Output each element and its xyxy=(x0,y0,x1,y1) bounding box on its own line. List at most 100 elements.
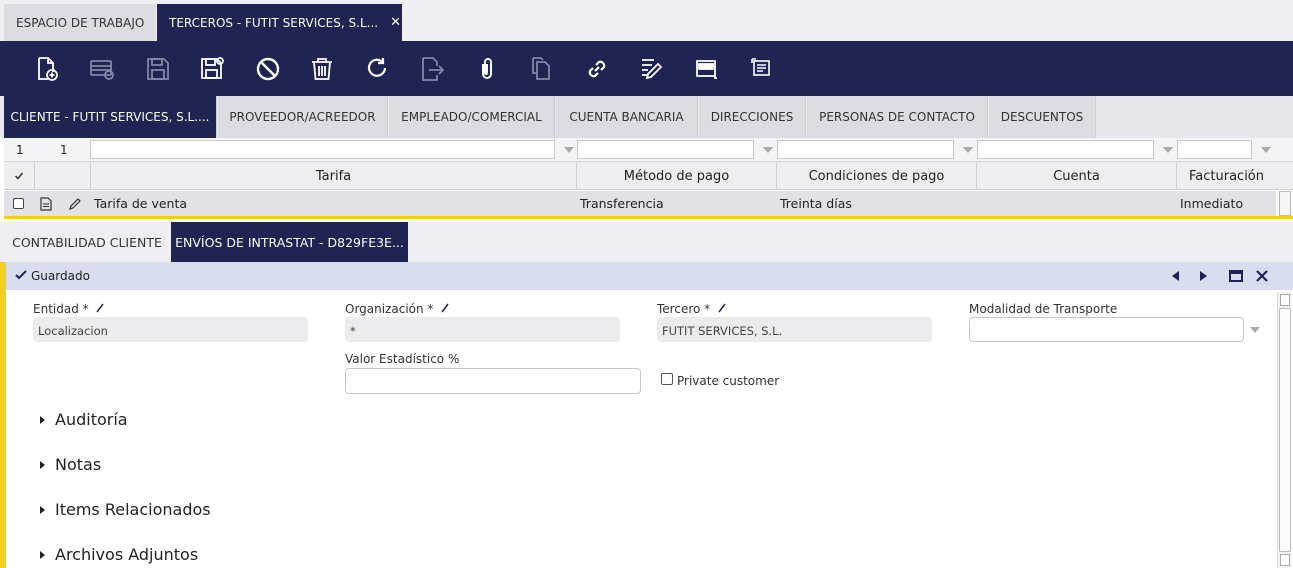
tab-cliente[interactable]: CLIENTE - FUTIT SERVICES, S.L.... xyxy=(4,96,217,138)
tercero-label: Tercero * xyxy=(657,302,726,316)
chevron-down-icon[interactable] xyxy=(763,147,773,153)
tab-envios-intrastat[interactable]: ENVÍOS DE INTRASTAT - D829FE3E... xyxy=(171,222,408,262)
accent-bar xyxy=(0,262,6,568)
table-row[interactable]: Tarifa de venta Transferencia Treinta dí… xyxy=(4,191,1276,216)
form-view-icon[interactable] xyxy=(693,55,721,83)
section-notas[interactable]: Notas xyxy=(40,455,101,474)
tab-proveedor[interactable]: PROVEEDOR/ACREEDOR xyxy=(218,96,388,138)
tercero-field[interactable]: FUTIT SERVICES, S.L. xyxy=(657,317,932,342)
chevron-right-icon xyxy=(40,460,45,469)
entidad-field[interactable]: Localizacion xyxy=(33,317,308,342)
chevron-down-icon[interactable] xyxy=(1163,147,1173,153)
valor-input[interactable] xyxy=(345,368,641,394)
column-header-cuenta[interactable]: Cuenta xyxy=(976,162,1176,190)
chevron-down-icon[interactable] xyxy=(1261,147,1271,153)
pin-icon xyxy=(441,303,449,313)
scroll-down-icon[interactable] xyxy=(1280,554,1290,566)
scroll-thumb[interactable] xyxy=(1279,308,1291,552)
column-header-metodo[interactable]: Método de pago xyxy=(576,162,776,190)
tab-terceros[interactable]: TERCEROS - FUTIT SERVICES, S.L... ✕ xyxy=(157,4,402,41)
modalidad-select[interactable] xyxy=(969,317,1244,342)
form-scrollbar[interactable] xyxy=(1277,292,1291,568)
modalidad-label: Modalidad de Transporte xyxy=(969,302,1118,316)
section-items-relacionados-label: Items Relacionados xyxy=(55,500,211,519)
filter-metodo[interactable] xyxy=(577,140,773,159)
maximize-icon[interactable] xyxy=(1229,269,1243,283)
close-icon[interactable] xyxy=(1255,269,1269,283)
save-icon[interactable] xyxy=(144,55,172,83)
row-count: 1 xyxy=(16,143,24,157)
select-all-checkbox[interactable] xyxy=(4,162,34,190)
private-customer-checkbox[interactable] xyxy=(661,373,673,385)
sub-tab-bar: CONTABILIDAD CLIENTE ENVÍOS DE INTRASTAT… xyxy=(0,222,1293,262)
section-items-relacionados[interactable]: Items Relacionados xyxy=(40,500,211,519)
undo-icon[interactable] xyxy=(254,55,282,83)
chevron-right-icon xyxy=(40,550,45,559)
new-document-icon[interactable] xyxy=(33,55,61,83)
column-header-condiciones[interactable]: Condiciones de pago xyxy=(776,162,976,190)
chevron-right-icon xyxy=(40,415,45,424)
tab-terceros-label: TERCEROS - FUTIT SERVICES, S.L... xyxy=(169,15,379,30)
header-row: Tarifa Método de pago Condiciones de pag… xyxy=(4,162,1293,190)
tab-contabilidad-cliente[interactable]: CONTABILIDAD CLIENTE xyxy=(4,222,170,262)
tab-cliente-label: CLIENTE - FUTIT SERVICES, S.L.... xyxy=(10,110,210,124)
section-archivos-adjuntos[interactable]: Archivos Adjuntos xyxy=(40,545,198,564)
cell-condiciones: Treinta días xyxy=(780,196,852,211)
previous-record-icon[interactable] xyxy=(1169,269,1183,283)
filter-row: 1 1 xyxy=(4,138,1293,162)
tab-empleado[interactable]: EMPLEADO/COMERCIAL xyxy=(389,96,555,138)
column-header-tarifa[interactable]: Tarifa xyxy=(90,162,576,190)
cell-facturacion: Inmediato xyxy=(1180,196,1244,211)
section-auditoria[interactable]: Auditoría xyxy=(40,410,128,429)
pin-icon xyxy=(96,303,105,313)
copy-icon[interactable] xyxy=(528,55,556,83)
attach-icon[interactable] xyxy=(473,55,501,83)
scroll-up-icon[interactable] xyxy=(1280,294,1290,306)
grid: 1 1 Tarifa Método de pago Condiciones de… xyxy=(4,138,1293,219)
grid-scrollbar[interactable] xyxy=(1279,191,1291,216)
close-icon[interactable]: ✕ xyxy=(390,15,401,30)
tab-descuentos[interactable]: DESCUENTOS xyxy=(989,96,1096,138)
chevron-right-icon xyxy=(40,505,45,514)
tab-direcciones[interactable]: DIRECCIONES xyxy=(699,96,806,138)
delete-icon[interactable] xyxy=(308,55,336,83)
filter-tarifa[interactable] xyxy=(90,140,574,159)
edit-list-icon[interactable] xyxy=(638,55,666,83)
organizacion-field[interactable]: * xyxy=(345,317,620,342)
section-archivos-adjuntos-label: Archivos Adjuntos xyxy=(55,545,199,564)
pin-icon xyxy=(718,303,726,313)
row-checkbox[interactable] xyxy=(13,191,24,216)
cell-metodo: Transferencia xyxy=(580,196,664,211)
save-close-icon[interactable] xyxy=(198,55,226,83)
tab-workspace-label: ESPACIO DE TRABAJO xyxy=(16,15,145,30)
section-notas-label: Notas xyxy=(55,455,102,474)
export-icon[interactable] xyxy=(418,55,446,83)
tab-cuenta-bancaria[interactable]: CUENTA BANCARIA xyxy=(556,96,698,138)
tab-workspace[interactable]: ESPACIO DE TRABAJO xyxy=(4,4,156,41)
section-auditoria-label: Auditoría xyxy=(55,410,128,429)
notes-icon[interactable] xyxy=(748,55,776,83)
chevron-down-icon[interactable] xyxy=(564,147,574,153)
column-header-facturacion[interactable]: Facturación xyxy=(1176,162,1276,190)
check-icon xyxy=(14,172,24,180)
new-row-icon[interactable] xyxy=(88,55,116,83)
filter-condiciones[interactable] xyxy=(777,140,973,159)
private-customer-label: Private customer xyxy=(677,374,780,388)
refresh-icon[interactable] xyxy=(363,55,391,83)
status-text: Guardado xyxy=(31,269,90,283)
link-icon[interactable] xyxy=(583,55,611,83)
next-record-icon[interactable] xyxy=(1196,269,1210,283)
header-tab-bar: CLIENTE - FUTIT SERVICES, S.L.... PROVEE… xyxy=(0,96,1293,138)
tab-envios-intrastat-label: ENVÍOS DE INTRASTAT - D829FE3E... xyxy=(175,234,404,250)
chevron-down-icon[interactable] xyxy=(1250,327,1260,333)
tab-direcciones-label: DIRECCIONES xyxy=(710,110,794,124)
chevron-down-icon[interactable] xyxy=(963,147,973,153)
document-icon[interactable] xyxy=(40,191,52,216)
tab-personas-contacto[interactable]: PERSONAS DE CONTACTO xyxy=(807,96,988,138)
selected-count: 1 xyxy=(60,143,68,157)
filter-cuenta[interactable] xyxy=(977,140,1173,159)
tab-cuenta-bancaria-label: CUENTA BANCARIA xyxy=(569,110,684,124)
organizacion-label: Organización * xyxy=(345,302,449,316)
pencil-icon[interactable] xyxy=(68,191,82,216)
filter-facturacion[interactable] xyxy=(1177,140,1271,159)
